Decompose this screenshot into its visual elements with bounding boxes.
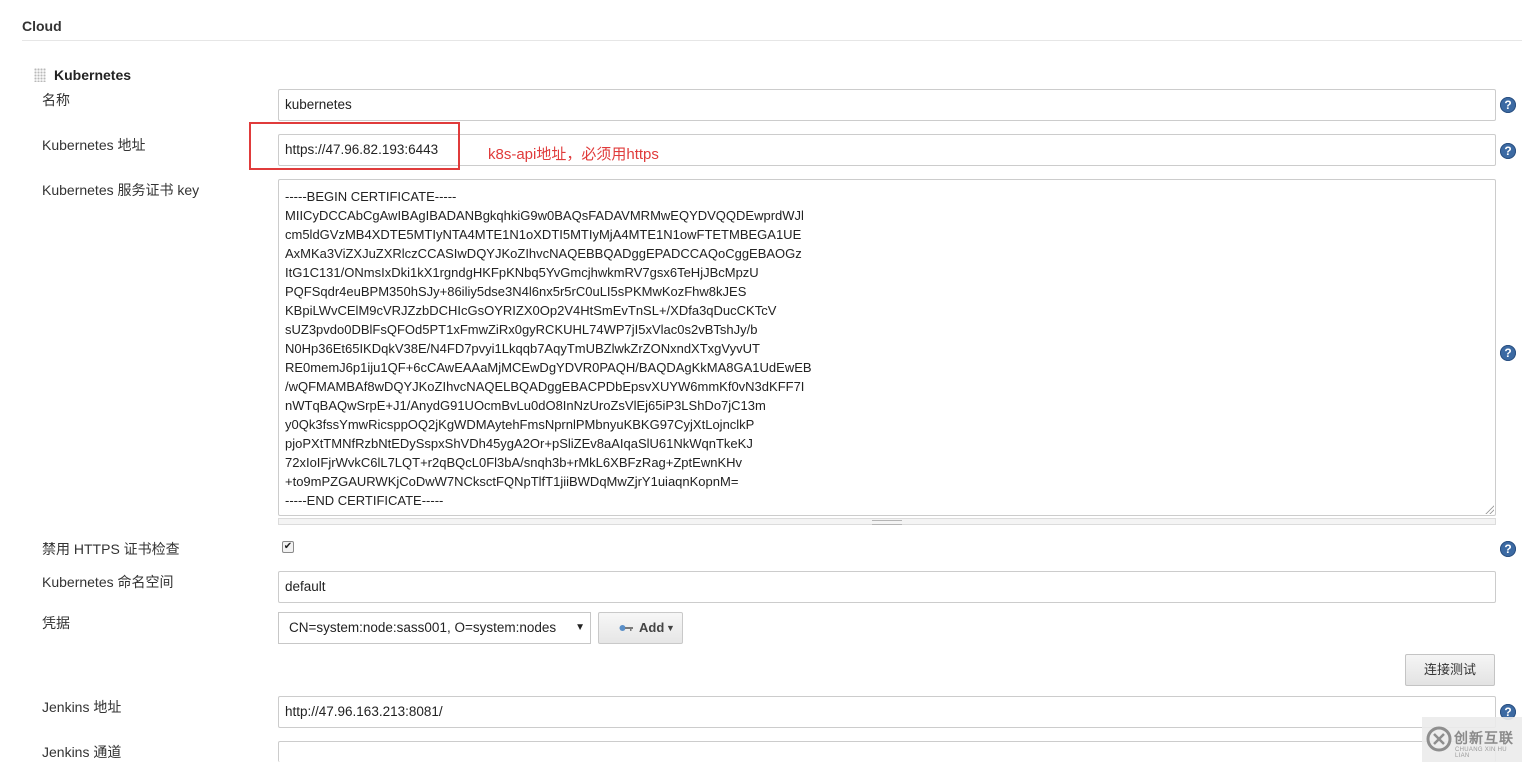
- jenkins-url-input[interactable]: http://47.96.163.213:8081/: [278, 696, 1496, 728]
- jenkins-url-label: Jenkins 地址: [42, 699, 122, 715]
- expand-handle-icon: [872, 520, 902, 525]
- help-icon[interactable]: ?: [1500, 143, 1516, 159]
- jenkins-tunnel-input[interactable]: [278, 741, 1496, 762]
- k8s-url-label: Kubernetes 地址: [42, 137, 146, 153]
- credentials-select[interactable]: CN=system:node:sass001, O=system:nodes ▼: [278, 612, 591, 644]
- test-connection-button[interactable]: 连接测试: [1405, 654, 1495, 686]
- watermark-logo-icon: [1426, 726, 1452, 752]
- k8s-url-input[interactable]: https://47.96.82.193:6443: [278, 134, 1496, 166]
- help-icon[interactable]: ?: [1500, 541, 1516, 557]
- jenkins-tunnel-label: Jenkins 通道: [42, 744, 122, 760]
- watermark: 创新互联 CHUANG XIN HU LIAN: [1422, 717, 1522, 762]
- disable-https-checkbox[interactable]: ✔: [282, 541, 294, 553]
- caret-down-icon: ▼: [666, 623, 675, 633]
- name-label: 名称: [42, 92, 70, 108]
- add-credentials-button[interactable]: Add ▼: [598, 612, 683, 644]
- dropdown-arrow-icon: ▼: [575, 622, 585, 633]
- watermark-subtext: CHUANG XIN HU LIAN: [1455, 747, 1507, 759]
- namespace-label: Kubernetes 命名空间: [42, 574, 174, 590]
- annotation-highlight-box: [249, 122, 460, 170]
- help-icon[interactable]: ?: [1500, 97, 1516, 113]
- textarea-resize-icon[interactable]: [1484, 504, 1494, 514]
- key-icon: [619, 625, 633, 631]
- section-divider: [22, 40, 1522, 41]
- name-input[interactable]: kubernetes: [278, 89, 1496, 121]
- help-icon[interactable]: ?: [1500, 345, 1516, 361]
- credentials-selected-value: CN=system:node:sass001, O=system:nodes: [289, 620, 557, 635]
- watermark-text: 创新互联: [1454, 730, 1514, 746]
- credentials-label: 凭据: [42, 615, 70, 631]
- section-title: Cloud: [22, 18, 62, 34]
- cert-key-textarea[interactable]: -----BEGIN CERTIFICATE----- MIICyDCCAbCg…: [278, 179, 1496, 516]
- cloud-name: Kubernetes: [54, 67, 132, 83]
- namespace-input[interactable]: default: [278, 571, 1496, 603]
- add-button-label: Add: [639, 620, 665, 635]
- drag-handle-icon[interactable]: [34, 68, 46, 82]
- disable-https-label: 禁用 HTTPS 证书检查: [42, 541, 180, 557]
- annotation-text: k8s-api地址，必须用https: [488, 146, 659, 163]
- cert-key-label: Kubernetes 服务证书 key: [42, 182, 200, 198]
